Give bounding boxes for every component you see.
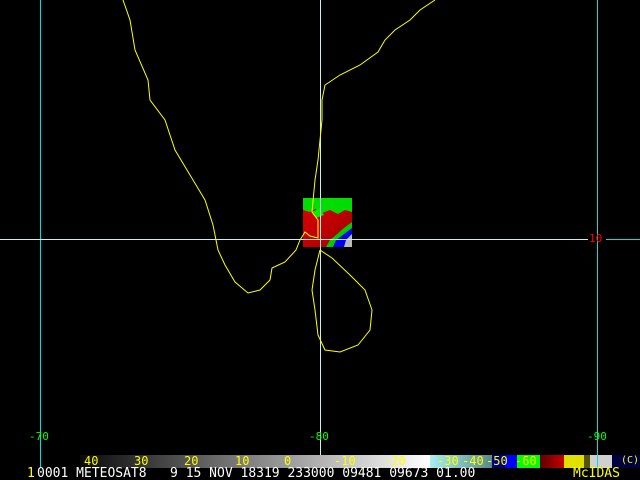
image-info: 0001 METEOSAT8 9 15 NOV 18319 233000 094… [37,466,476,480]
lat-label-10: 10 [589,232,603,245]
lon-label-80: -80 [309,430,329,443]
copyright-label: (C) [621,455,640,466]
scale-label: -60 [515,454,537,468]
lat-lon-grid [0,0,640,455]
lon-label-70: -70 [29,430,49,443]
status-line: 1 0001 METEOSAT8 9 15 NOV 18319 233000 09… [0,467,640,480]
india-coastline [122,0,436,294]
frame-number: 1 [27,466,35,480]
mcidas-brand: McIDAS [573,466,620,480]
lon-label-90: -90 [587,430,607,443]
mcidas-image-display: -70 -80 -90 10 40 30 20 10 0 -10 -20 -30… [0,0,640,480]
coastline [122,0,436,353]
map-layer [0,0,640,455]
scale-label: -50 [486,454,508,468]
